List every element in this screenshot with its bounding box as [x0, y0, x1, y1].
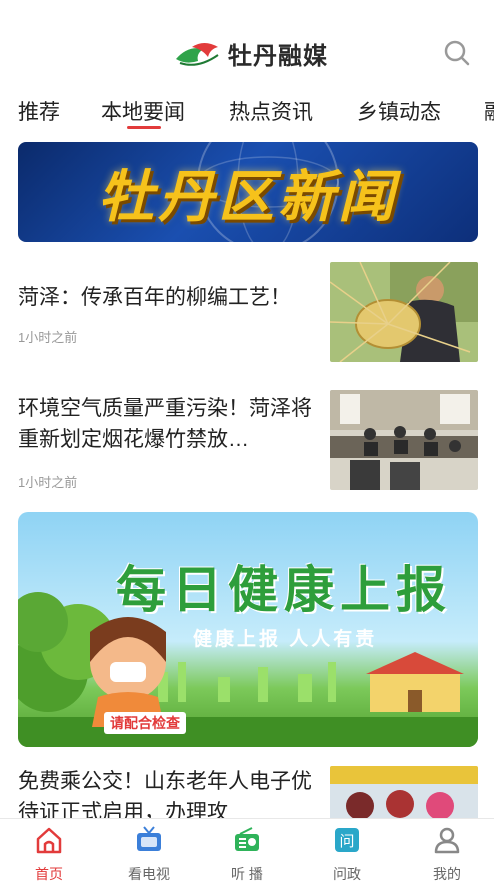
news-banner[interactable]: 牡丹区新闻: [18, 142, 478, 242]
nav-tv-label: 看电视: [128, 866, 170, 882]
user-icon: [434, 827, 460, 854]
search-icon[interactable]: [444, 40, 470, 66]
tab-more[interactable]: 融: [484, 96, 494, 126]
news-item[interactable]: 免费乘公交！山东老年人电子优待证正式启用，办理攻: [18, 766, 478, 818]
health-report-banner[interactable]: 每日健康上报 健康上报 人人有责 请配合检查: [18, 512, 478, 747]
tv-icon: [137, 826, 161, 851]
tab-hot-news[interactable]: 热点资讯: [229, 96, 313, 126]
news-item[interactable]: 环境空气质量严重污染！菏泽将重新划定烟花爆竹禁放… 1小时之前: [18, 390, 478, 490]
news-title: 菏泽：传承百年的柳编工艺！: [18, 286, 291, 309]
news-title: 免费乘公交！山东老年人电子优待证正式启用，办理攻: [18, 770, 312, 818]
app-title: 牡丹融媒: [228, 43, 328, 70]
health-banner-subtitle: 健康上报 人人有责: [193, 629, 378, 650]
category-tabs: 推荐 本地要闻 热点资讯 乡镇动态 融: [0, 90, 494, 130]
tab-local-news[interactable]: 本地要闻: [101, 96, 185, 126]
news-item[interactable]: 菏泽：传承百年的柳编工艺！ 1小时之前: [18, 262, 478, 362]
nav-radio[interactable]: 听 播: [207, 825, 287, 882]
nav-ask[interactable]: 问 问政: [307, 825, 387, 882]
news-time: 1小时之前: [18, 475, 78, 490]
news-thumbnail-meeting: [330, 390, 478, 490]
news-title: 环境空气质量严重污染！菏泽将重新划定烟花爆竹禁放…: [18, 397, 312, 451]
nav-tv[interactable]: 看电视: [109, 825, 189, 882]
active-tab-indicator: [127, 126, 161, 129]
news-thumbnail-bus: [330, 766, 478, 818]
radio-icon: [235, 827, 259, 851]
tab-recommend[interactable]: 推荐: [18, 96, 60, 126]
tab-town-news[interactable]: 乡镇动态: [357, 96, 441, 126]
app-logo: 牡丹融媒: [174, 36, 328, 71]
nav-home[interactable]: 首页: [9, 825, 89, 882]
nav-ask-label: 问政: [333, 866, 361, 882]
app-header: 牡丹融媒: [0, 0, 494, 90]
health-banner-title: 每日健康上报: [116, 562, 452, 618]
svg-text:问: 问: [339, 832, 354, 850]
health-banner-badge: 请配合检查: [104, 712, 186, 734]
banner-title: 牡丹区新闻: [98, 164, 398, 228]
news-time: 1小时之前: [18, 330, 78, 345]
news-thumbnail-willow-weaving: [330, 262, 478, 362]
nav-profile-label: 我的: [433, 866, 461, 882]
nav-home-label: 首页: [35, 866, 63, 882]
home-icon: [36, 827, 62, 854]
bottom-navigation: 首页 看电视 听 播 问 问政 我的: [0, 818, 494, 882]
logo-mark-icon: [176, 42, 219, 66]
ask-icon: 问: [335, 828, 359, 852]
nav-radio-label: 听 播: [231, 866, 263, 882]
nav-profile[interactable]: 我的: [407, 825, 487, 882]
